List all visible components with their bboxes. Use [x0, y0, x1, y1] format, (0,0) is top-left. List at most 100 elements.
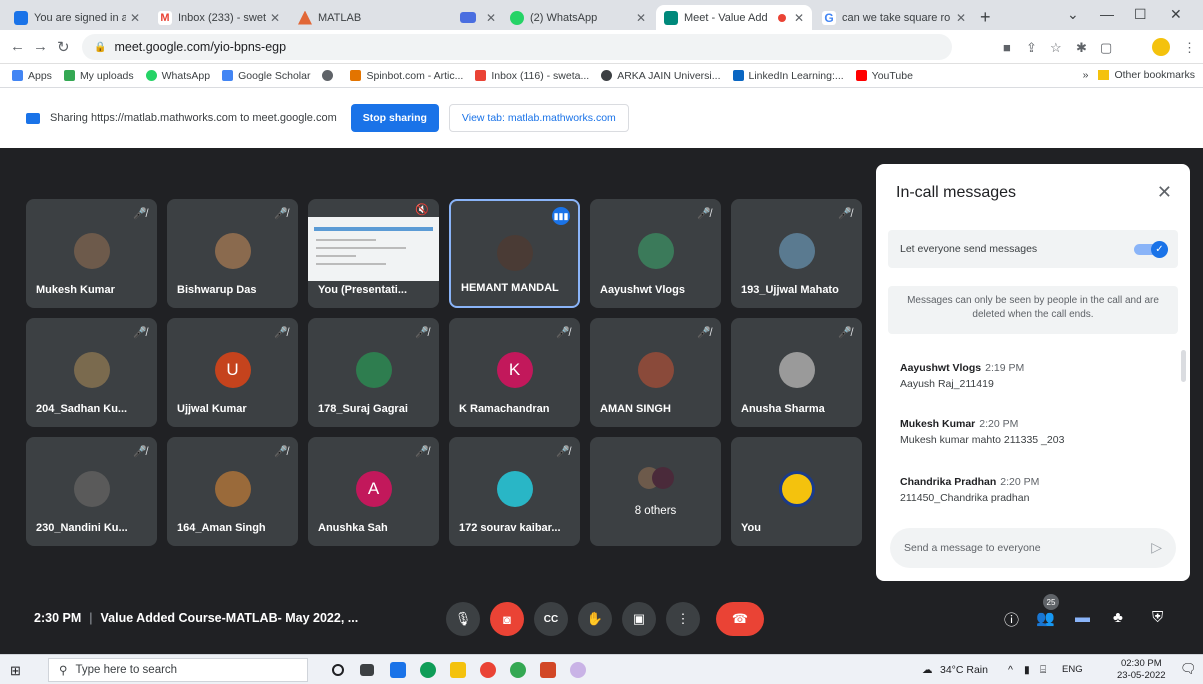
address-bar[interactable]: 🔒 meet.google.com/yio-bpns-egp — [82, 34, 952, 60]
participant-tile[interactable]: 🎤̸ 178_Suraj Gagrai — [308, 318, 439, 427]
bookmark-youtube[interactable]: YouTube — [855, 70, 913, 82]
camera-off-button[interactable]: ◙ — [490, 602, 524, 636]
mail-icon[interactable] — [390, 662, 406, 678]
bookmark-apps[interactable]: Apps — [12, 70, 52, 82]
message-input[interactable]: Send a message to everyone ▷ — [890, 528, 1176, 568]
avatar[interactable] — [1152, 38, 1170, 56]
camera-off-icon: ◙ — [503, 611, 511, 627]
participant-tile[interactable]: 🎤̸ Aayushwt Vlogs — [590, 199, 721, 308]
file-explorer-icon[interactable] — [450, 662, 466, 678]
participant-tile[interactable]: 🎤̸ A Anushka Sah — [308, 437, 439, 546]
bookmark-my-uploads[interactable]: My uploads — [63, 70, 134, 82]
new-tab-icon[interactable]: + — [980, 7, 991, 28]
weather-icon[interactable]: ☁ — [922, 664, 933, 676]
chrome-icon[interactable] — [480, 662, 496, 678]
other-bookmarks[interactable]: » Other bookmarks — [1083, 69, 1195, 81]
presentation-tile[interactable]: 🔇 You (Presentati... — [308, 199, 439, 308]
tab-title: You are signed in as 1 — [34, 11, 126, 24]
edge-icon[interactable] — [420, 662, 436, 678]
forward-icon[interactable]: → — [33, 38, 48, 55]
participant-tile[interactable]: ▮▮▮ HEMANT MANDAL — [449, 199, 580, 308]
bookmark-arka-jain[interactable]: ARKA JAIN Universi... — [601, 70, 721, 82]
scrollbar[interactable] — [1181, 350, 1186, 382]
participant-tile[interactable]: 🎤̸ Bishwarup Das — [167, 199, 298, 308]
close-icon[interactable]: ✕ — [130, 11, 140, 25]
participant-tile[interactable]: 🎤̸ Anusha Sharma — [731, 318, 862, 427]
participant-tile[interactable]: 🎤̸ 230_Nandini Ku... — [26, 437, 157, 546]
others-tile[interactable]: 8 others — [590, 437, 721, 546]
participant-tile[interactable]: 🎤̸ 204_Sadhan Ku... — [26, 318, 157, 427]
back-icon[interactable]: ← — [10, 38, 25, 55]
snipping-tool-icon[interactable] — [570, 662, 586, 678]
bookmark-whatsapp[interactable]: WhatsApp — [145, 70, 210, 82]
host-controls-icon[interactable]: ⛨ — [1152, 609, 1163, 626]
stop-sharing-button[interactable]: Stop sharing — [350, 104, 439, 132]
close-icon[interactable]: ✕ — [270, 11, 280, 25]
people-icon[interactable]: 👥 — [1036, 609, 1055, 627]
close-icon[interactable]: ✕ — [794, 11, 804, 25]
bookmark-inbox[interactable]: Inbox (116) - sweta... — [475, 70, 589, 82]
send-messages-toggle[interactable]: ✓ — [1134, 241, 1168, 258]
taskbar-search[interactable]: ⚲ Type here to search — [48, 658, 308, 682]
more-options-button[interactable]: ⋮ — [666, 602, 700, 636]
close-icon[interactable]: ✕ — [1157, 182, 1172, 203]
notifications-icon[interactable]: 🗨 — [1180, 661, 1197, 677]
task-view-icon[interactable] — [360, 664, 374, 676]
tab-inbox[interactable]: M Inbox (233) - sweta.b ✕ — [150, 5, 288, 30]
participant-tile[interactable]: 🎤̸ K K Ramachandran — [449, 318, 580, 427]
tab-meet[interactable]: Meet - Value Add ✕ — [656, 5, 812, 30]
close-icon[interactable]: ✕ — [636, 11, 646, 25]
powerpoint-icon[interactable] — [540, 662, 556, 678]
language-indicator[interactable]: ENG — [1062, 664, 1083, 675]
scholar-icon — [222, 70, 234, 81]
microphone-button[interactable]: 🎙 — [446, 602, 480, 636]
tray-chevron-icon[interactable]: ^ — [1008, 664, 1013, 676]
info-icon[interactable]: ⓘ — [1004, 609, 1019, 630]
minimize-icon[interactable]: — — [1100, 6, 1114, 22]
view-tab-button[interactable]: View tab: matlab.mathworks.com — [448, 104, 629, 132]
camera-icon[interactable]: ■ — [1003, 40, 1011, 55]
chat-icon[interactable]: ▬ — [1075, 609, 1090, 626]
bookmark-spinbot[interactable]: Spinbot.com - Artic... — [350, 70, 463, 82]
close-icon[interactable]: ✕ — [486, 11, 496, 25]
activities-icon[interactable]: ♣ — [1113, 609, 1123, 626]
menu-icon[interactable]: ⋮ — [1183, 40, 1196, 56]
participant-tile[interactable]: 🎤̸ U Ujjwal Kumar — [167, 318, 298, 427]
windows-start-icon[interactable]: ⊞ — [10, 663, 21, 679]
captions-button[interactable]: CC — [534, 602, 568, 636]
close-window-icon[interactable]: ✕ — [1170, 6, 1182, 23]
tab-whatsapp[interactable]: (2) WhatsApp ✕ — [502, 5, 654, 30]
participant-tile[interactable]: 🎤̸ 164_Aman Singh — [167, 437, 298, 546]
mic-off-icon: 🎤̸ — [415, 327, 429, 339]
participant-tile[interactable]: You — [731, 437, 862, 546]
maximize-icon[interactable]: ☐ — [1134, 6, 1147, 23]
present-button[interactable]: ▣ — [622, 602, 656, 636]
tab-screen[interactable]: ✕ — [452, 5, 500, 30]
battery-icon[interactable]: ▮ — [1024, 664, 1030, 676]
star-icon[interactable]: ☆ — [1050, 40, 1062, 56]
share-icon[interactable]: ⇪ — [1026, 40, 1037, 56]
participant-tile[interactable]: 🎤̸ Mukesh Kumar — [26, 199, 157, 308]
tab-google-search[interactable]: G can we take square ro ✕ — [814, 5, 974, 30]
reload-icon[interactable]: ↻ — [57, 38, 70, 56]
extensions-icon[interactable]: ✱ — [1076, 40, 1087, 56]
network-icon[interactable]: ⌸ — [1040, 664, 1046, 677]
cortana-icon[interactable] — [332, 664, 344, 676]
participant-tile[interactable]: 🎤̸ 193_Ujjwal Mahato — [731, 199, 862, 308]
taskbar-clock[interactable]: 02:30 PM 23-05-2022 — [1117, 658, 1166, 682]
participant-tile[interactable]: 🎤̸ AMAN SINGH — [590, 318, 721, 427]
close-icon[interactable]: ✕ — [956, 11, 966, 25]
raise-hand-button[interactable]: ✋ — [578, 602, 612, 636]
tab-matlab[interactable]: MATLAB — [290, 5, 450, 30]
chrome-profile-icon[interactable] — [510, 662, 526, 678]
tab-search-icon[interactable]: ⌄ — [1067, 6, 1079, 23]
side-panel-icon[interactable]: ▢ — [1100, 40, 1112, 56]
weather-text[interactable]: 34°C Rain — [940, 664, 988, 676]
bookmark-linkedin[interactable]: LinkedIn Learning:... — [732, 70, 844, 82]
bookmark-google-scholar[interactable]: Google Scholar — [222, 70, 310, 82]
tab-signed-in[interactable]: You are signed in as 1 ✕ — [6, 5, 148, 30]
participant-tile[interactable]: 🎤̸ 172 sourav kaibar... — [449, 437, 580, 546]
send-icon[interactable]: ▷ — [1151, 539, 1162, 556]
bookmark-globe[interactable] — [322, 70, 338, 81]
leave-call-button[interactable]: ☎ — [716, 602, 764, 636]
